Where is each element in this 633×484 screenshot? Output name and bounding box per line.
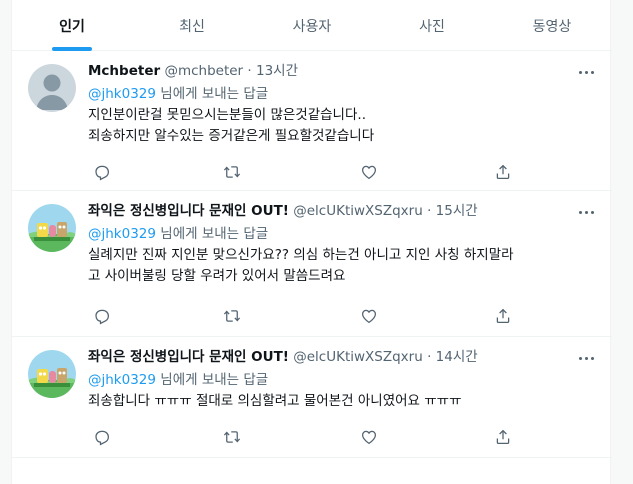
handle[interactable]: @elcUKtiwXSZqxru xyxy=(293,203,423,219)
reply-context: @jhk0329 님에게 보내는 답글 xyxy=(88,224,600,244)
tweet-actions xyxy=(92,162,532,182)
display-name[interactable]: Mchbeter xyxy=(88,63,160,79)
tweet-text: 지인분이란걸 못믿으시는분들이 많은것같습니다.. 죄송하지만 알수있는 증거같… xyxy=(88,105,600,147)
tweet-actions xyxy=(92,306,532,326)
tab-people[interactable]: 사용자 xyxy=(252,0,372,51)
tab-videos[interactable]: 동영상 xyxy=(492,0,612,51)
tweet[interactable]: Mchbeter @mchbeter · 13시간 @jhk0329 님에게 보… xyxy=(12,52,612,191)
tweet-text-line: 고 사이버불링 당할 우려가 있어서 말씀드려요 xyxy=(88,268,346,284)
tab-label: 사진 xyxy=(419,18,445,35)
avatar[interactable] xyxy=(28,64,76,112)
search-results-panel: 인기 최신 사용자 사진 동영상 Mchbeter @mchbeter · 13… xyxy=(11,0,612,484)
tweet-content: 좌익은 정신병입니다 문재인 OUT! @elcUKtiwXSZqxru · 1… xyxy=(88,202,600,287)
tweet-text-line: 지인분이란걸 못믿으시는분들이 많은것같습니다.. xyxy=(88,107,366,123)
tab-latest[interactable]: 최신 xyxy=(132,0,252,51)
tab-popular[interactable]: 인기 xyxy=(12,0,132,51)
retweet-icon[interactable] xyxy=(222,306,242,326)
tweet-text: 죄송합니다 ㅠㅠㅠ 절대로 의심할려고 물어본건 아니였어요 ㅠㅠㅠ xyxy=(88,391,600,412)
display-name[interactable]: 좌익은 정신병입니다 문재인 OUT! xyxy=(88,349,289,365)
reply-icon[interactable] xyxy=(92,306,112,326)
tweet-actions xyxy=(92,427,532,447)
timestamp[interactable]: 15시간 xyxy=(436,203,478,219)
tweet-text-line: 실례지만 진짜 지인분 맞으신가요?? 의심 하는건 아니고 지인 사칭 하지말… xyxy=(88,247,514,263)
tweet-content: 좌익은 정신병입니다 문재인 OUT! @elcUKtiwXSZqxru · 1… xyxy=(88,348,600,412)
tab-label: 사용자 xyxy=(292,18,332,35)
tweet-content: Mchbeter @mchbeter · 13시간 @jhk0329 님에게 보… xyxy=(88,62,600,147)
reply-context: @jhk0329 님에게 보내는 답글 xyxy=(88,84,600,104)
tweet-text-line: 죄송하지만 알수있는 증거같은게 필요할것같습니다 xyxy=(88,128,375,144)
like-icon[interactable] xyxy=(359,162,379,182)
reply-mention[interactable]: @jhk0329 xyxy=(88,372,156,388)
separator: · xyxy=(427,203,432,219)
tab-label: 인기 xyxy=(59,18,85,35)
tweet[interactable]: 좌익은 정신병입니다 문재인 OUT! @elcUKtiwXSZqxru · 1… xyxy=(12,192,612,337)
tab-label: 동영상 xyxy=(532,18,572,35)
timestamp[interactable]: 13시간 xyxy=(256,63,298,79)
avatar[interactable] xyxy=(28,350,76,398)
tab-photos[interactable]: 사진 xyxy=(372,0,492,51)
avatar[interactable] xyxy=(28,204,76,252)
tweet-header: 좌익은 정신병입니다 문재인 OUT! @elcUKtiwXSZqxru · 1… xyxy=(88,348,600,368)
tweet[interactable]: 좌익은 정신병입니다 문재인 OUT! @elcUKtiwXSZqxru · 1… xyxy=(12,338,612,458)
reply-icon[interactable] xyxy=(92,427,112,447)
tab-label: 최신 xyxy=(179,18,205,35)
handle[interactable]: @elcUKtiwXSZqxru xyxy=(293,349,423,365)
share-icon[interactable] xyxy=(493,162,513,182)
reply-suffix: 님에게 보내는 답글 xyxy=(155,226,269,242)
reply-icon[interactable] xyxy=(92,162,112,182)
reply-suffix: 님에게 보내는 답글 xyxy=(155,372,269,388)
search-tabs: 인기 최신 사용자 사진 동영상 xyxy=(12,0,612,51)
retweet-icon[interactable] xyxy=(222,162,242,182)
tweet-header: 좌익은 정신병입니다 문재인 OUT! @elcUKtiwXSZqxru · 1… xyxy=(88,202,600,222)
tweet-text-line: 죄송합니다 ㅠㅠㅠ 절대로 의심할려고 물어본건 아니였어요 ㅠㅠㅠ xyxy=(88,393,462,409)
reply-context: @jhk0329 님에게 보내는 답글 xyxy=(88,370,600,390)
reply-suffix: 님에게 보내는 답글 xyxy=(155,86,269,102)
reply-mention[interactable]: @jhk0329 xyxy=(88,226,156,242)
tweet-header: Mchbeter @mchbeter · 13시간 xyxy=(88,62,600,82)
separator: · xyxy=(247,63,252,79)
share-icon[interactable] xyxy=(493,306,513,326)
retweet-icon[interactable] xyxy=(222,427,242,447)
separator: · xyxy=(427,349,432,365)
like-icon[interactable] xyxy=(359,427,379,447)
active-tab-indicator xyxy=(52,47,92,51)
reply-mention[interactable]: @jhk0329 xyxy=(88,86,156,102)
handle[interactable]: @mchbeter xyxy=(164,63,243,79)
like-icon[interactable] xyxy=(359,306,379,326)
display-name[interactable]: 좌익은 정신병입니다 문재인 OUT! xyxy=(88,203,289,219)
share-icon[interactable] xyxy=(493,427,513,447)
timestamp[interactable]: 14시간 xyxy=(436,349,478,365)
tweet-text: 실례지만 진짜 지인분 맞으신가요?? 의심 하는건 아니고 지인 사칭 하지말… xyxy=(88,245,600,287)
